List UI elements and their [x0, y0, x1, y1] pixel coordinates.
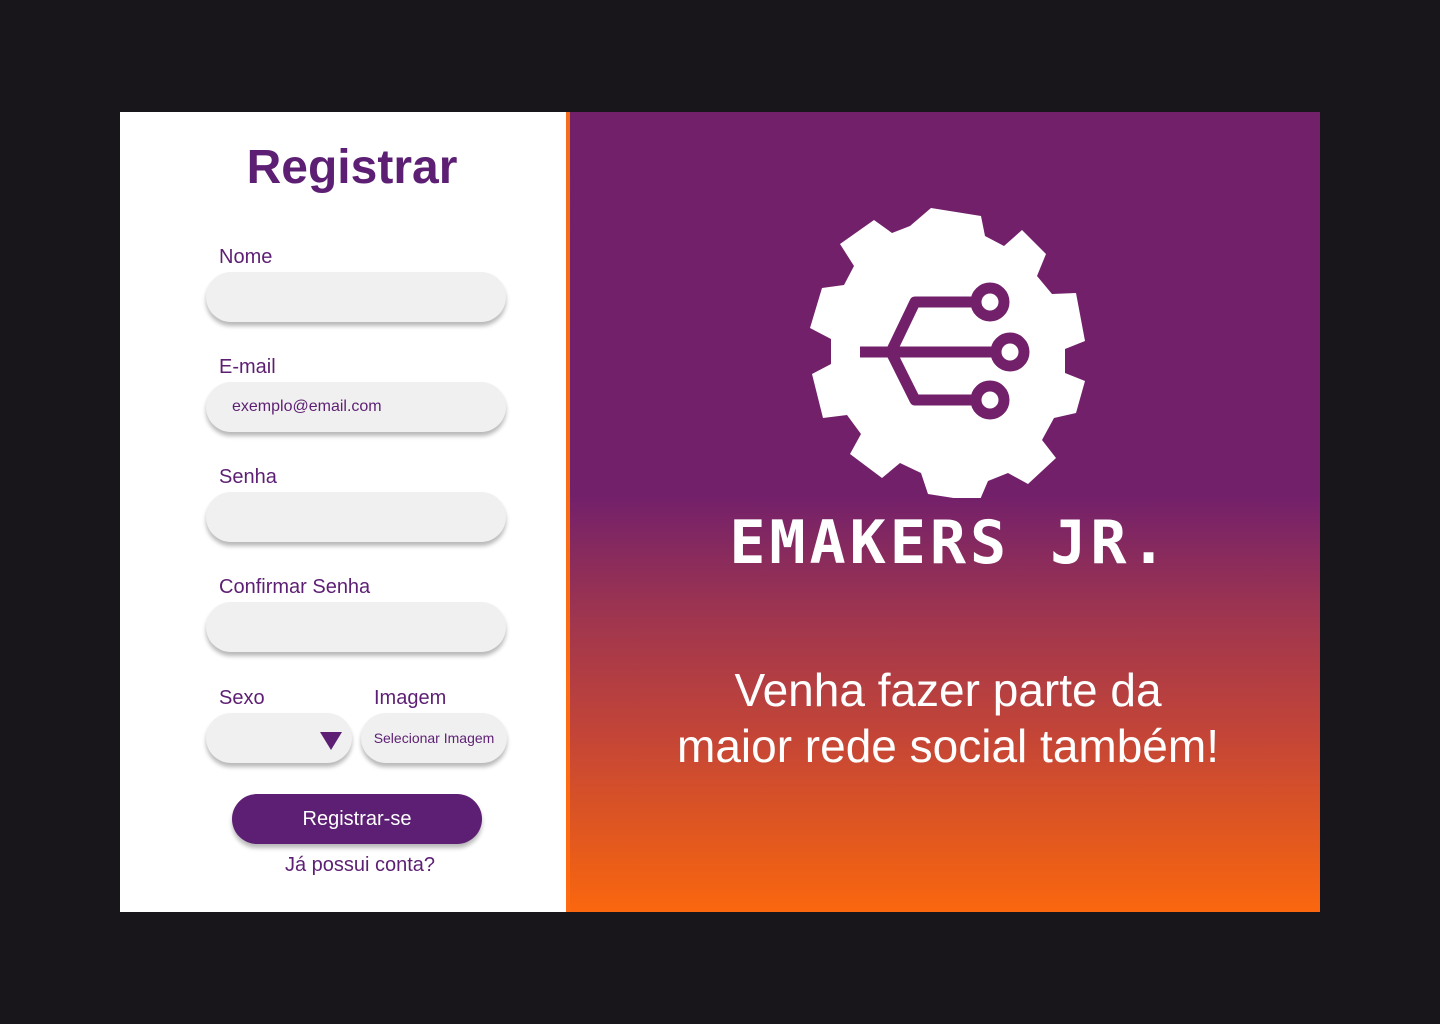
- brand-wordmark: EMAKERS JR.: [729, 508, 1171, 578]
- email-input[interactable]: exemplo@email.com: [206, 382, 506, 432]
- tagline: Venha fazer parte da maior rede social t…: [570, 662, 1326, 774]
- login-link[interactable]: Já possui conta?: [232, 854, 488, 877]
- sexo-select[interactable]: [206, 713, 352, 763]
- select-image-button[interactable]: Selecionar Imagem: [361, 713, 507, 763]
- imagem-label: Imagem: [374, 687, 447, 709]
- register-card: Registrar Nome E-mail exemplo@email.com …: [120, 112, 1320, 912]
- tagline-line-1: Venha fazer parte da: [734, 664, 1162, 716]
- confirm-password-input[interactable]: [206, 602, 506, 652]
- email-label: E-mail: [219, 356, 276, 378]
- password-input[interactable]: [206, 492, 506, 542]
- tagline-line-2: maior rede social também!: [677, 720, 1219, 772]
- name-label: Nome: [219, 246, 273, 268]
- gear-circuit-icon: [810, 208, 1085, 498]
- caret-down-icon: [320, 732, 342, 750]
- page-title: Registrar: [246, 141, 458, 194]
- confirm-password-label: Confirmar Senha: [219, 576, 371, 598]
- sexo-label: Sexo: [219, 687, 265, 709]
- register-button[interactable]: Registrar-se: [232, 794, 482, 844]
- register-form: Registrar Nome E-mail exemplo@email.com …: [120, 112, 566, 912]
- name-input[interactable]: [206, 272, 506, 322]
- password-label: Senha: [219, 466, 277, 488]
- brand-panel: EMAKERS JR. Venha fazer parte da maior r…: [570, 112, 1320, 912]
